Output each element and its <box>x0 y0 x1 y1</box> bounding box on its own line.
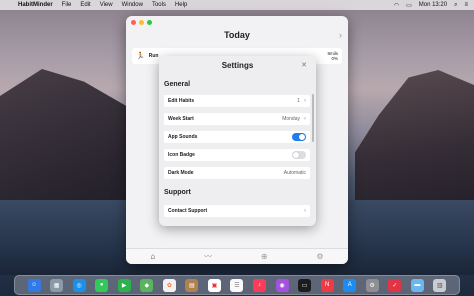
menu-view[interactable]: View <box>100 2 113 8</box>
facetime-icon[interactable]: ▶ <box>117 278 131 292</box>
launchpad-icon[interactable]: ▦ <box>50 278 64 292</box>
chevron-right-icon: › <box>304 208 306 214</box>
edit-habits-label: Edit Habits <box>168 98 195 104</box>
desktop-island <box>355 70 474 220</box>
window-controls <box>131 20 152 25</box>
podcasts-icon[interactable]: ◉ <box>275 278 289 292</box>
add-icon[interactable]: ⊕ <box>261 252 268 261</box>
settings-sheet: Settings ✕ General Edit Habits 1 › Week … <box>159 56 316 226</box>
menu-tools[interactable]: Tools <box>152 2 166 8</box>
habit-progress: 0% <box>331 56 338 61</box>
habit-name: Run <box>148 53 159 59</box>
scrollbar[interactable] <box>312 94 314 142</box>
close-icon[interactable]: ✕ <box>301 61 307 69</box>
battery-icon[interactable]: ▭ <box>406 2 412 9</box>
tv-icon[interactable]: ▭ <box>298 278 312 292</box>
menu-help[interactable]: Help <box>175 2 187 8</box>
chevron-right-icon[interactable]: › <box>339 30 342 40</box>
spotlight-icon[interactable]: ⌕ <box>454 2 457 9</box>
row-icon-badge: Icon Badge <box>164 149 310 161</box>
trash-icon[interactable]: ▥ <box>433 278 447 292</box>
icon-badge-label: Icon Badge <box>168 152 195 158</box>
settings-icon[interactable]: ⚙ <box>316 252 323 261</box>
messages-icon[interactable]: ● <box>95 278 109 292</box>
row-week-start[interactable]: Week Start Monday › <box>164 113 310 125</box>
section-general: General <box>164 81 191 88</box>
menu-app-name[interactable]: HabitMinder <box>18 2 53 8</box>
running-icon: 🏃 <box>136 53 145 60</box>
menu-edit[interactable]: Edit <box>80 2 90 8</box>
safari-icon[interactable]: ◎ <box>72 278 86 292</box>
row-edit-habits[interactable]: Edit Habits 1 › <box>164 95 310 107</box>
contact-support-label: Contact Support <box>168 208 208 214</box>
reminders-icon[interactable]: ☰ <box>230 278 244 292</box>
menubar-status: ◠ ▭ Mon 13:20 ⌕ ≡ <box>394 0 468 10</box>
icon-badge-toggle[interactable] <box>292 151 306 159</box>
page-title: Today <box>224 30 250 40</box>
habit-goal: 8mils 0% <box>327 51 338 61</box>
appstore-icon[interactable]: A <box>343 278 357 292</box>
finder-icon[interactable]: ☺ <box>27 278 41 292</box>
home-icon[interactable]: ⌂ <box>150 252 155 261</box>
close-window-button[interactable] <box>131 20 136 25</box>
clock[interactable]: Mon 13:20 <box>419 2 447 8</box>
photos-icon[interactable]: ✿ <box>162 278 176 292</box>
stats-icon[interactable]: 〰 <box>204 251 212 262</box>
folder-icon[interactable]: ▬ <box>410 278 424 292</box>
chevron-right-icon: › <box>304 116 306 122</box>
row-dark-mode[interactable]: Dark Mode Automatic <box>164 167 310 179</box>
menubar: HabitMinder File Edit View Window Tools … <box>0 0 474 10</box>
maps-icon[interactable]: ◆ <box>140 278 154 292</box>
wifi-icon[interactable]: ◠ <box>394 2 399 9</box>
dock: ☺ ▦ ◎ ● ▶ ◆ ✿ ▤ ▣ ☰ ♪ ◉ ▭ N A ⚙ ✓ ▬ ▥ <box>14 275 460 295</box>
section-support: Support <box>164 189 191 196</box>
calendar-icon[interactable]: ▣ <box>207 278 221 292</box>
minimize-window-button[interactable] <box>139 20 144 25</box>
menu-file[interactable]: File <box>62 2 72 8</box>
notes-icon[interactable]: ▤ <box>185 278 199 292</box>
zoom-window-button[interactable] <box>147 20 152 25</box>
system-preferences-icon[interactable]: ⚙ <box>365 278 379 292</box>
app-sounds-toggle[interactable] <box>292 133 306 141</box>
dark-mode-value: Automatic <box>283 170 306 176</box>
news-icon[interactable]: N <box>320 278 334 292</box>
row-contact-support[interactable]: Contact Support › <box>164 205 310 217</box>
menu-window[interactable]: Window <box>122 2 143 8</box>
week-start-value: Monday <box>282 116 300 122</box>
chevron-right-icon: › <box>304 98 306 104</box>
toggle-knob <box>293 152 299 158</box>
tab-bar: ⌂ 〰 ⊕ ⚙ <box>126 248 348 264</box>
music-icon[interactable]: ♪ <box>253 278 267 292</box>
app-sounds-label: App Sounds <box>168 134 198 140</box>
dark-mode-label: Dark Mode <box>168 170 194 176</box>
row-app-sounds: App Sounds <box>164 131 310 143</box>
habitminder-icon[interactable]: ✓ <box>388 278 402 292</box>
toggle-knob <box>299 134 305 140</box>
week-start-label: Week Start <box>168 116 194 122</box>
edit-habits-value: 1 <box>297 98 300 104</box>
settings-title: Settings <box>221 61 254 70</box>
control-center-icon[interactable]: ≡ <box>464 2 468 8</box>
